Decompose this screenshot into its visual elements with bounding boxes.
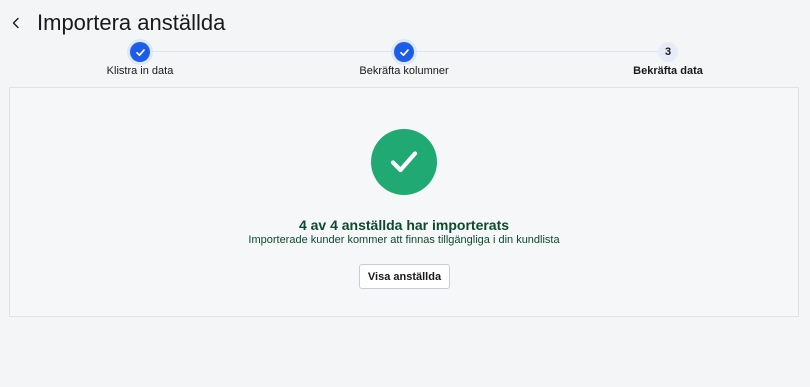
page-title: Importera anställda	[37, 10, 226, 35]
step-2-label: Bekräfta kolumner	[359, 65, 449, 77]
stepper-connector	[414, 51, 658, 52]
check-icon	[399, 48, 409, 56]
check-icon	[390, 151, 418, 173]
success-indicator	[371, 129, 437, 195]
step-1-indicator	[130, 42, 150, 62]
result-title: 4 av 4 anställda har importerats	[298, 217, 510, 233]
step-3-label: Bekräfta data	[633, 65, 703, 77]
step-2-indicator	[394, 42, 414, 62]
result-subtitle: Importerade kunder kommer att finnas til…	[248, 234, 560, 246]
stepper-connector	[150, 51, 394, 52]
import-stepper: Klistra in data Bekräfta kolumner 3 Bekr…	[0, 40, 810, 80]
page-header: Importera anställda	[0, 0, 810, 44]
import-result-panel: 4 av 4 anställda har importerats Importe…	[9, 87, 799, 317]
step-3-indicator: 3	[658, 42, 678, 62]
step-1-label: Klistra in data	[106, 65, 174, 77]
back-button[interactable]	[6, 13, 26, 33]
chevron-left-icon	[12, 17, 19, 29]
check-icon	[135, 48, 145, 56]
view-employees-button[interactable]: Visa anställda	[359, 264, 450, 289]
